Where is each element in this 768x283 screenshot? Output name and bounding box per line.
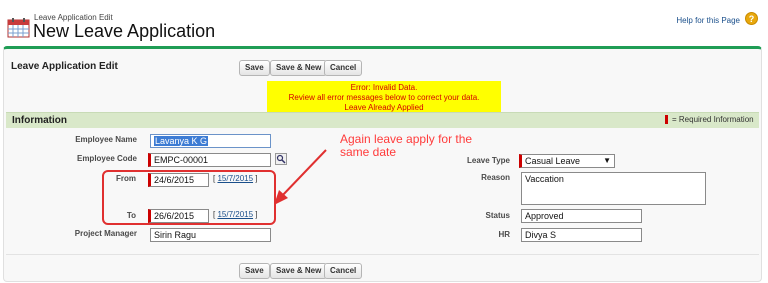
leave-type-value: Casual Leave [525,156,581,166]
error-line-1: Error: Invalid Data. [350,83,418,92]
employee-code-label: Employee Code [76,154,137,163]
save-new-button-top[interactable]: Save & New [270,60,328,76]
reason-label: Reason [481,173,510,182]
employee-name-value: Lavanya K G [154,136,209,146]
dropdown-arrow-icon: ▼ [603,156,611,165]
annotation-arrow-icon [274,149,327,205]
employee-name-field[interactable]: Lavanya K G [150,134,271,148]
cancel-button-top[interactable]: Cancel [324,60,363,76]
page-title: New Leave Application [33,21,216,41]
help-link[interactable]: Help for this Page [676,16,740,25]
error-line-2: Review all error messages below to corre… [288,93,480,102]
leave-type-select[interactable]: Casual Leave ▼ [519,154,615,168]
employee-code-field[interactable]: EMPC-00001 [148,153,271,167]
save-button-top[interactable]: Save [239,60,270,76]
section-header [6,112,759,128]
required-marker [665,115,668,124]
panel-title: Leave Application Edit [11,61,118,72]
status-field[interactable]: Approved [521,209,642,223]
cancel-button-bottom[interactable]: Cancel [324,263,363,279]
hr-field[interactable]: Divya S [521,228,642,242]
help-icon[interactable]: ? [745,12,758,25]
annotation-highlight-box [102,170,276,225]
error-message: Error: Invalid Data. Review all error me… [267,81,501,116]
hr-label: HR [498,230,510,239]
employee-name-label: Employee Name [75,135,137,144]
section-title: Information [12,115,67,126]
status-label: Status [485,211,510,220]
save-new-button-bottom[interactable]: Save & New [270,263,328,279]
divider [6,254,759,255]
calendar-icon [7,18,30,38]
annotation-note: Again leave apply for the same date [340,132,473,159]
project-manager-label: Project Manager [74,229,137,238]
required-legend: = Required Information [672,115,754,124]
project-manager-field[interactable]: Sirin Ragu [150,228,271,242]
reason-textarea[interactable]: Vaccation [521,172,706,205]
save-button-bottom[interactable]: Save [239,263,270,279]
